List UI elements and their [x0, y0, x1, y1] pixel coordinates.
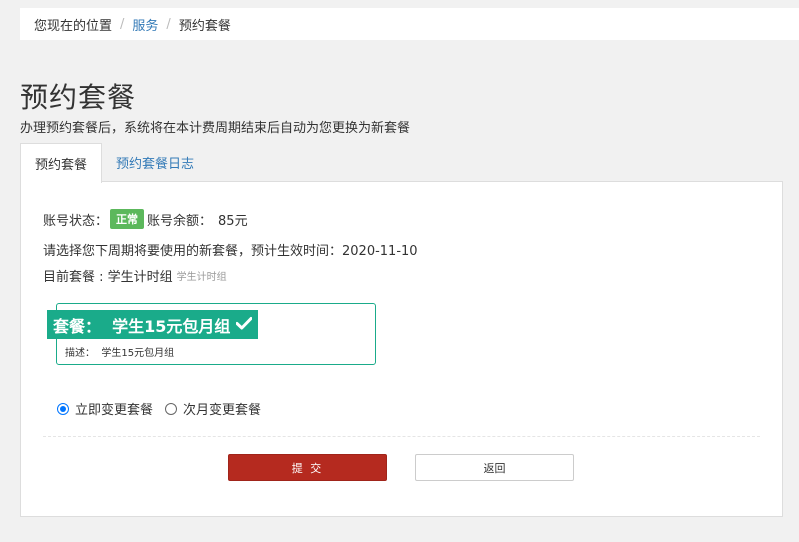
radio-change-next-month[interactable]: 次月变更套餐: [165, 399, 261, 418]
tab-bar: 预约套餐 预约套餐日志: [20, 143, 208, 183]
status-badge: 正常: [110, 209, 145, 229]
breadcrumb-separator: /: [166, 16, 171, 32]
radio-change-now-label: 立即变更套餐: [75, 403, 154, 418]
breadcrumb-separator: /: [120, 16, 125, 32]
radio-button-selected[interactable]: [57, 402, 69, 415]
tab-panel: 账号状态： 正常 账号余额： 85元 请选择您下周期将要使用的新套餐，预计生效时…: [20, 181, 783, 517]
radio-button[interactable]: [165, 402, 178, 415]
account-status-label: 账号状态：: [43, 213, 109, 229]
checkmark-icon: [235, 315, 253, 334]
package-description: 描述： 学生15元包月组: [65, 348, 175, 359]
account-balance-label: 账号余额：: [147, 213, 213, 229]
divider: [43, 436, 760, 437]
breadcrumb-current: 预约套餐: [178, 18, 231, 34]
page-subtitle: 办理预约套餐后，系统将在本计费周期结束后自动为您更换为新套餐: [20, 121, 411, 136]
account-balance-value: 85元: [218, 213, 248, 229]
effective-notice: 请选择您下周期将要使用的新套餐，预计生效时间：2020-11-10: [43, 244, 418, 259]
radio-change-now[interactable]: 立即变更套餐: [57, 399, 153, 418]
tab-reserve-package[interactable]: 预约套餐: [20, 143, 103, 183]
current-package-sub: 学生计时组: [176, 272, 227, 283]
current-package-row: 目前套餐 : 学生计时组 学生计时组: [43, 266, 227, 285]
account-status-row: 账号状态： 正常 账号余额： 85元: [43, 209, 248, 229]
radio-change-next-month-label: 次月变更套餐: [183, 403, 262, 418]
current-package-label: 目前套餐 : 学生计时组: [43, 270, 173, 285]
back-button[interactable]: 返回: [415, 454, 574, 481]
submit-button[interactable]: 提 交: [228, 454, 387, 481]
page-title: 预约套餐: [20, 81, 137, 114]
change-option-group: 立即变更套餐 次月变更套餐: [57, 399, 273, 418]
package-card-header[interactable]: 套餐： 学生15元包月组: [47, 310, 259, 339]
package-title: 套餐： 学生15元包月组: [53, 316, 231, 336]
breadcrumb-link-service[interactable]: 服务: [132, 15, 158, 34]
tab-reserve-package-log[interactable]: 预约套餐日志: [102, 143, 208, 182]
breadcrumb-location-label: 您现在的位置: [34, 18, 113, 34]
breadcrumb: 您现在的位置 / 服务 / 预约套餐: [20, 8, 799, 40]
